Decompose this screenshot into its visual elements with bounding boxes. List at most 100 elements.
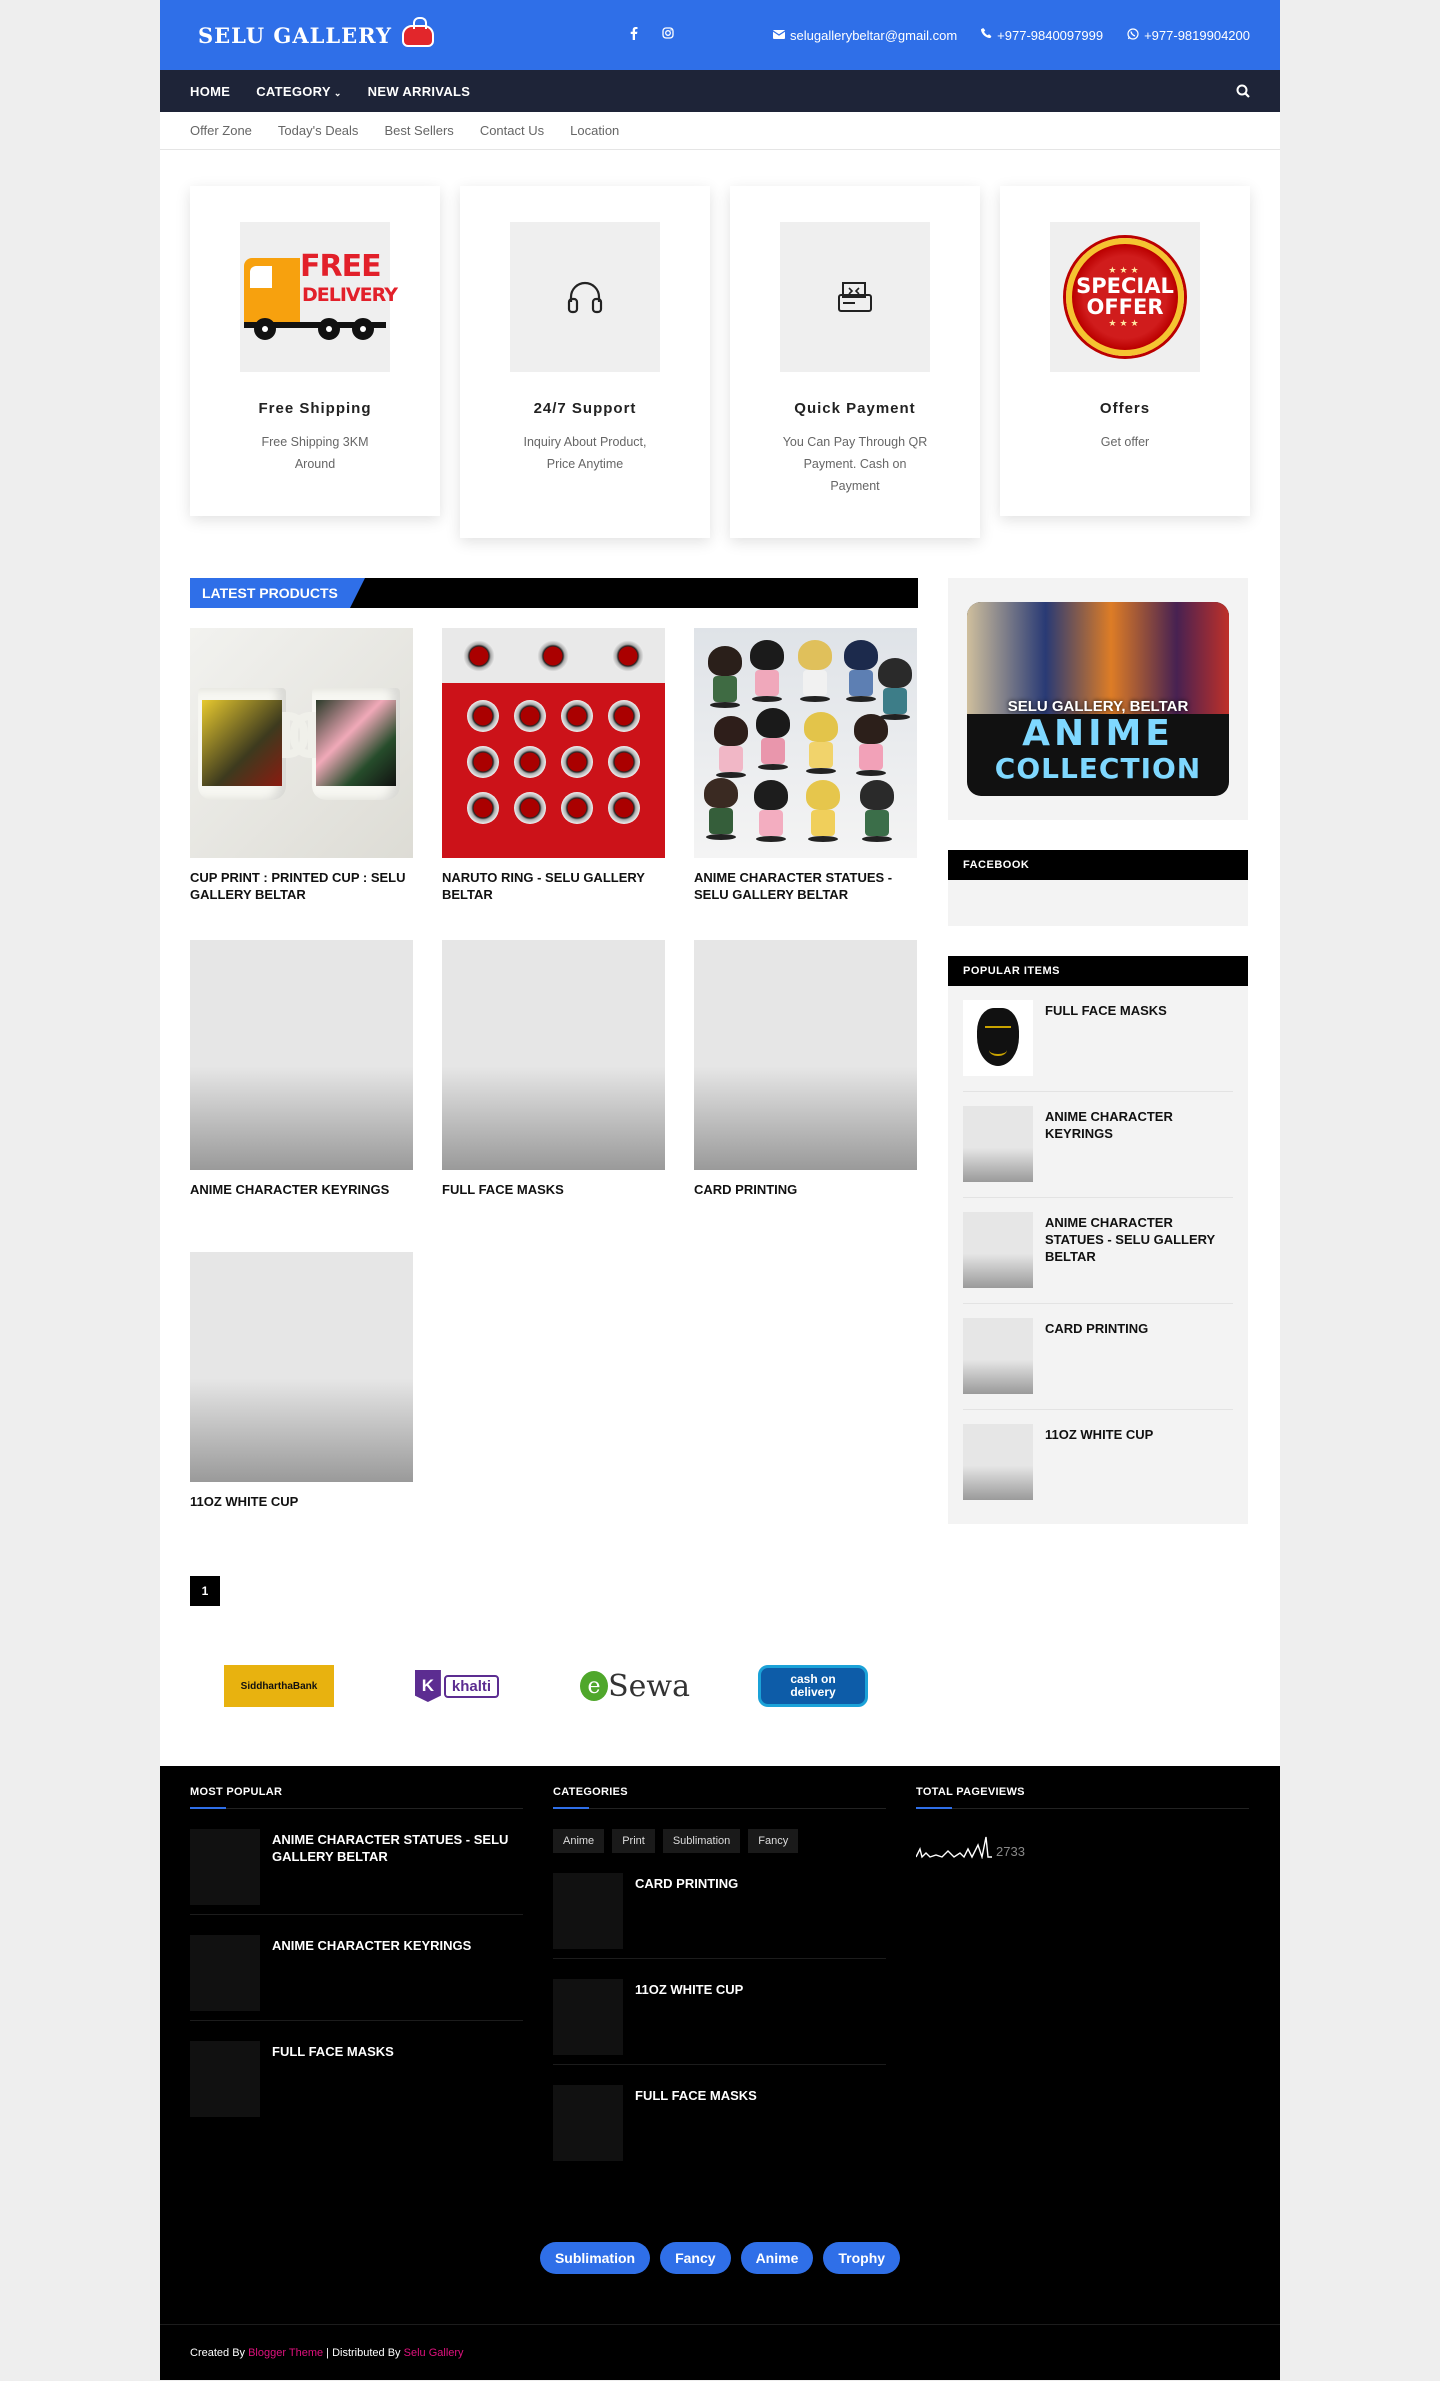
category-tag[interactable]: Anime (553, 1829, 605, 1853)
footer-categories: CATEGORIES Anime Print Sublimation Fancy… (553, 1786, 886, 2171)
list-item-title[interactable]: FULL FACE MASKS (1045, 1000, 1167, 1077)
product-title[interactable]: 11OZ WHITE CUP (190, 1493, 413, 1510)
product-card[interactable]: ANIME CHARACTER KEYRINGS (190, 940, 413, 1252)
thumbnail-placeholder[interactable] (963, 1212, 1033, 1288)
product-grid: CUP PRINT : PRINTED CUP : SELU GALLERY B… (190, 628, 918, 1564)
list-item[interactable]: CARD PRINTING (963, 1304, 1233, 1410)
thumbnail-placeholder[interactable] (190, 1935, 260, 2011)
list-item[interactable]: ANIME CHARACTER STATUES - SELU GALLERY B… (190, 1809, 523, 1915)
list-item-title[interactable]: CARD PRINTING (1045, 1318, 1148, 1395)
thumbnail-placeholder[interactable] (190, 2041, 260, 2117)
thumbnail-placeholder[interactable] (553, 1873, 623, 1949)
tag-pill[interactable]: Fancy (660, 2242, 731, 2274)
product-image-placeholder[interactable] (190, 940, 413, 1170)
anime-collection-banner[interactable]: SELU GALLERY, BELTAR ANIME COLLECTION (948, 578, 1248, 820)
product-title[interactable]: CARD PRINTING (694, 1181, 917, 1198)
list-item[interactable]: ANIME CHARACTER STATUES - SELU GALLERY B… (963, 1198, 1233, 1304)
list-item[interactable]: 11OZ WHITE CUP (963, 1410, 1233, 1516)
feature-desc: You Can Pay Through QR Payment. Cash on … (782, 435, 928, 493)
product-title[interactable]: CUP PRINT : PRINTED CUP : SELU GALLERY B… (190, 869, 413, 903)
email-contact[interactable]: selugallerybeltar@gmail.com (772, 28, 957, 43)
list-item-title[interactable]: CARD PRINTING (635, 1873, 738, 1938)
list-item[interactable]: 11OZ WHITE CUP (553, 1959, 886, 2065)
category-tags: Anime Print Sublimation Fancy (553, 1829, 886, 1853)
thumbnail-placeholder[interactable] (963, 1424, 1033, 1500)
phone-text: +977-9840097999 (997, 27, 1104, 43)
tag-pill[interactable]: Trophy (823, 2242, 901, 2274)
category-tag[interactable]: Sublimation (662, 1829, 741, 1853)
product-card[interactable]: CARD PRINTING (694, 940, 917, 1252)
banner-line-2: ANIME (1022, 713, 1174, 754)
product-title[interactable]: ANIME CHARACTER KEYRINGS (190, 1181, 413, 1198)
site-logo[interactable]: SELU GALLERY (198, 17, 438, 51)
mask-thumbnail[interactable] (963, 1000, 1033, 1076)
footer-tag-pills: Sublimation Fancy Anime Trophy (160, 2242, 1280, 2274)
tag-pill[interactable]: Anime (740, 2242, 814, 2274)
thumbnail-placeholder[interactable] (190, 1829, 260, 1905)
list-item[interactable]: FULL FACE MASKS (963, 986, 1233, 1092)
feature-card-shipping: FREE DELIVERY Free Shipping Free Shippin… (190, 186, 440, 516)
list-item[interactable]: FULL FACE MASKS (553, 2065, 886, 2171)
distributor-link[interactable]: Selu Gallery (404, 2347, 464, 2359)
list-item[interactable]: ANIME CHARACTER KEYRINGS (190, 1915, 523, 2021)
feature-title: Free Shipping (258, 400, 372, 417)
thumbnail-placeholder[interactable] (553, 2085, 623, 2161)
headphones-icon (510, 222, 660, 372)
product-title[interactable]: NARUTO RING - SELU GALLERY BELTAR (442, 869, 665, 903)
instagram-icon[interactable] (662, 27, 674, 43)
list-item[interactable]: CARD PRINTING (553, 1853, 886, 1959)
pageview-counter: 2733 (916, 1829, 1249, 1859)
product-image[interactable] (190, 628, 413, 858)
product-image[interactable] (694, 628, 917, 858)
list-item-title[interactable]: FULL FACE MASKS (272, 2041, 394, 2107)
tag-pill[interactable]: Sublimation (539, 2242, 651, 2274)
list-item-title[interactable]: ANIME CHARACTER KEYRINGS (272, 1935, 471, 2000)
feature-desc: Get offer (1100, 435, 1150, 449)
list-item-title[interactable]: ANIME CHARACTER STATUES - SELU GALLERY B… (272, 1829, 523, 1894)
thumbnail-placeholder[interactable] (553, 1979, 623, 2055)
product-image-placeholder[interactable] (442, 940, 665, 1170)
product-title[interactable]: ANIME CHARACTER STATUES - SELU GALLERY B… (694, 869, 917, 903)
whatsapp-contact[interactable]: +977-9819904200 (1127, 28, 1250, 43)
theme-link[interactable]: Blogger Theme (248, 2347, 323, 2359)
product-card[interactable]: CUP PRINT : PRINTED CUP : SELU GALLERY B… (190, 628, 413, 940)
product-title[interactable]: FULL FACE MASKS (442, 1181, 665, 1198)
list-item[interactable]: FULL FACE MASKS (190, 2021, 523, 2127)
list-item-title[interactable]: 11OZ WHITE CUP (635, 1979, 743, 2044)
product-card[interactable]: FULL FACE MASKS (442, 940, 665, 1252)
search-icon[interactable] (1236, 84, 1250, 98)
feature-card-support: 24/7 Support Inquiry About Product, Pric… (460, 186, 710, 538)
sparkline-icon (916, 1836, 992, 1859)
product-image-placeholder[interactable] (694, 940, 917, 1170)
khalti-logo: K khalti (402, 1665, 512, 1707)
subnav-best-sellers[interactable]: Best Sellers (384, 123, 453, 138)
product-card[interactable]: NARUTO RING - SELU GALLERY BELTAR (442, 628, 665, 940)
list-item-title[interactable]: ANIME CHARACTER STATUES - SELU GALLERY B… (1045, 1212, 1233, 1289)
facebook-icon[interactable] (628, 27, 640, 43)
feature-card-payment: Quick Payment You Can Pay Through QR Pay… (730, 186, 980, 538)
nav-category[interactable]: CATEGORY ⌄ (256, 84, 341, 99)
list-item-title[interactable]: ANIME CHARACTER KEYRINGS (1045, 1106, 1233, 1183)
subnav-offer-zone[interactable]: Offer Zone (190, 123, 252, 138)
product-image[interactable] (442, 628, 665, 858)
list-item-title[interactable]: 11OZ WHITE CUP (1045, 1424, 1153, 1502)
envelope-icon (772, 28, 786, 42)
subnav-location[interactable]: Location (570, 123, 619, 138)
subnav-contact-us[interactable]: Contact Us (480, 123, 544, 138)
product-card[interactable]: 11OZ WHITE CUP (190, 1252, 413, 1564)
nav-home[interactable]: HOME (190, 84, 230, 99)
list-item[interactable]: ANIME CHARACTER KEYRINGS (963, 1092, 1233, 1198)
nav-new-arrivals[interactable]: NEW ARRIVALS (368, 84, 471, 99)
list-item-title[interactable]: FULL FACE MASKS (635, 2085, 757, 2151)
popular-items-title: POPULAR ITEMS (948, 956, 1248, 986)
phone-contact[interactable]: +977-9840097999 (981, 28, 1103, 43)
product-card[interactable]: ANIME CHARACTER STATUES - SELU GALLERY B… (694, 628, 917, 940)
thumbnail-placeholder[interactable] (963, 1318, 1033, 1394)
thumbnail-placeholder[interactable] (963, 1106, 1033, 1182)
subnav-todays-deals[interactable]: Today's Deals (278, 123, 359, 138)
page-number[interactable]: 1 (190, 1576, 220, 1606)
category-tag[interactable]: Fancy (748, 1829, 799, 1853)
product-image-placeholder[interactable] (190, 1252, 413, 1482)
category-tag[interactable]: Print (612, 1829, 655, 1853)
sidebar: SELU GALLERY, BELTAR ANIME COLLECTION FA… (948, 550, 1248, 1606)
